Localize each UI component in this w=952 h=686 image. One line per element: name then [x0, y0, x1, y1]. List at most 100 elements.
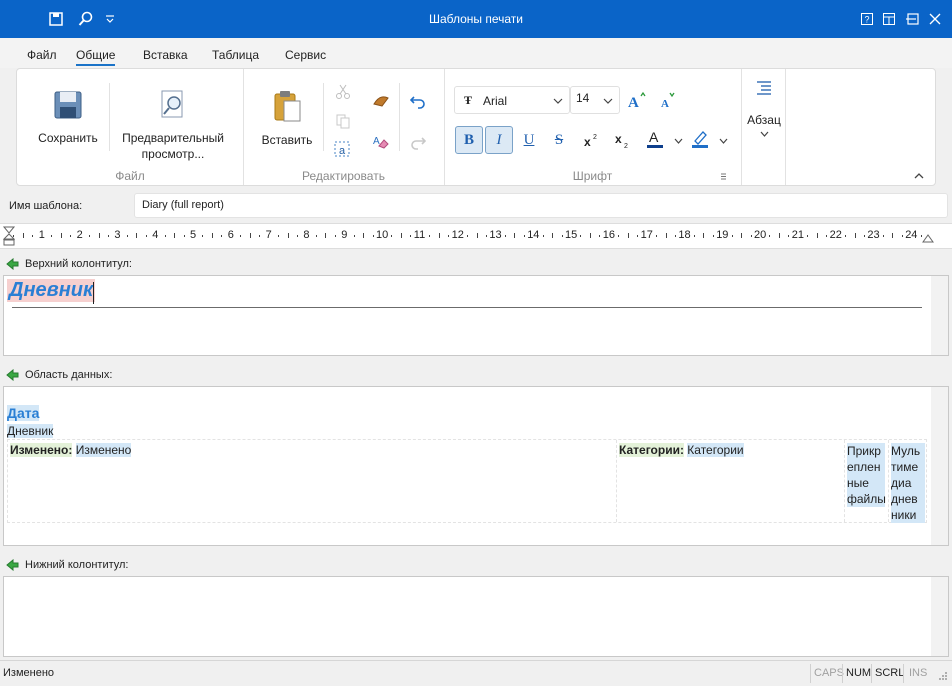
header-section-box[interactable]: Дневник: [3, 275, 949, 356]
chevron-down-icon: [603, 98, 613, 104]
copy-icon[interactable]: [333, 111, 353, 131]
title-bar: Шаблоны печати ?: [0, 0, 952, 38]
ruler-tick: [221, 235, 223, 237]
cut-icon[interactable]: [333, 82, 353, 102]
date-field[interactable]: Дата: [7, 405, 40, 421]
data-table: Изменено: Изменено Категории: Категории …: [7, 439, 927, 523]
ruler-number: 16: [602, 229, 616, 241]
select-all-icon[interactable]: a: [333, 140, 353, 160]
section-collapse-icon[interactable]: [5, 369, 19, 381]
clear-format-icon[interactable]: A: [371, 132, 391, 152]
data-section-label: Область данных:: [25, 369, 113, 381]
highlight-chevron-icon[interactable]: [719, 138, 728, 144]
ruler-number: 8: [303, 229, 310, 241]
ruler-number: 21: [791, 229, 805, 241]
tab-general[interactable]: Общие: [76, 48, 116, 66]
ruler-tick: [429, 235, 431, 237]
font-size-select[interactable]: 14: [570, 86, 620, 114]
restore-layout-icon[interactable]: [881, 11, 897, 27]
header-scrollbar[interactable]: [931, 276, 948, 355]
ruler-tick: [107, 235, 109, 237]
ruler-tick: [249, 233, 251, 238]
redo-icon[interactable]: [408, 132, 428, 152]
close-icon[interactable]: [927, 11, 943, 27]
ruler-tick: [882, 235, 884, 237]
svg-text:2: 2: [593, 134, 597, 141]
separator: [109, 83, 110, 151]
font-group-label: Шрифт: [572, 169, 613, 183]
ruler-tick: [504, 235, 506, 237]
subscript-icon[interactable]: x2: [613, 130, 633, 150]
separator: [323, 83, 324, 151]
header-section-title[interactable]: Верхний колонтитул:: [0, 253, 952, 275]
attached-line: файлы: [847, 492, 886, 506]
help-icon[interactable]: ?: [859, 11, 875, 27]
tab-table[interactable]: Таблица: [212, 48, 259, 62]
data-section-box[interactable]: Дата Дневник Изменено: Изменено Категори…: [3, 386, 949, 546]
bold-button[interactable]: B: [455, 126, 483, 154]
ruler-tick: [202, 235, 204, 237]
attached-line: Прикр: [847, 444, 881, 458]
multimedia-line: Муль: [891, 444, 921, 458]
underline-button[interactable]: U: [515, 126, 543, 154]
multimedia-cell[interactable]: Муль тиме диа днев ники: [891, 443, 925, 523]
header-rule: [12, 307, 922, 308]
data-scrollbar[interactable]: [931, 387, 948, 545]
ruler-tick: [778, 233, 780, 238]
grow-font-icon[interactable]: A: [627, 90, 647, 110]
maximize-icon[interactable]: [905, 11, 921, 27]
paste-button[interactable]: Вставить: [255, 89, 319, 147]
footer-section-title[interactable]: Нижний колонтитул:: [0, 554, 952, 576]
template-name-field[interactable]: Diary (full report): [134, 193, 948, 218]
tab-insert[interactable]: Вставка: [143, 48, 188, 62]
font-color-chevron-icon[interactable]: [674, 138, 683, 144]
ruler-tick: [438, 233, 440, 238]
tab-service[interactable]: Сервис: [285, 48, 326, 62]
attached-files-cell[interactable]: Прикр еплен ные файлы: [847, 443, 886, 507]
ruler-tick: [816, 233, 818, 238]
paragraph-button[interactable]: Абзац: [743, 79, 785, 137]
ruler-tick: [145, 235, 147, 237]
ruler-tick: [731, 235, 733, 237]
data-section-title[interactable]: Область данных:: [0, 364, 952, 386]
ruler-tick: [769, 235, 771, 237]
resize-grip-icon[interactable]: [938, 671, 948, 681]
changed-cell[interactable]: Изменено: Изменено: [10, 443, 132, 457]
categories-cell[interactable]: Категории: Категории: [619, 443, 744, 457]
highlight-icon[interactable]: [690, 129, 710, 149]
section-collapse-icon[interactable]: [5, 258, 19, 270]
shrink-font-icon[interactable]: A: [658, 90, 678, 110]
header-heading[interactable]: Дневник: [7, 279, 96, 302]
font-color-icon[interactable]: A: [645, 129, 665, 149]
section-collapse-icon[interactable]: [5, 559, 19, 571]
format-painter-icon[interactable]: [371, 91, 391, 111]
ruler-tick: [13, 235, 15, 237]
superscript-icon[interactable]: x2: [582, 130, 602, 150]
preview-button[interactable]: Предварительный просмотр...: [117, 89, 229, 161]
scrl-indicator: SCRL: [875, 667, 905, 679]
font-dialog-launcher-icon[interactable]: [720, 172, 728, 180]
ruler-tick: [211, 233, 213, 238]
ruler[interactable]: 1 2 3 4 5 6 7 8 9 10 11 12 13 14 15 16 17 18 19 20 21 22 23 24: [0, 223, 952, 249]
separator: [399, 83, 400, 151]
ruler-tick: [183, 235, 185, 237]
print-preview-icon: [161, 90, 183, 118]
ruler-number: 15: [565, 229, 578, 241]
strikethrough-button[interactable]: S: [545, 126, 573, 154]
diary-field[interactable]: Дневник: [7, 424, 54, 438]
ruler-tick: [164, 235, 166, 237]
caps-indicator: CAPS: [814, 667, 844, 679]
font-name-select[interactable]: Ŧ Arial: [454, 86, 570, 114]
ruler-tick: [580, 235, 582, 237]
save-button[interactable]: Сохранить: [35, 89, 101, 145]
footer-section-box[interactable]: [3, 576, 949, 657]
ruler-number: 17: [640, 229, 653, 241]
undo-icon[interactable]: [408, 91, 428, 111]
ruler-tick: [315, 235, 317, 237]
collapse-ribbon-icon[interactable]: [914, 172, 924, 179]
right-indent-marker[interactable]: [922, 231, 934, 243]
tab-file[interactable]: Файл: [27, 48, 57, 62]
italic-button[interactable]: I: [485, 126, 513, 154]
ruler-number: 14: [527, 229, 540, 241]
footer-scrollbar[interactable]: [931, 577, 948, 656]
